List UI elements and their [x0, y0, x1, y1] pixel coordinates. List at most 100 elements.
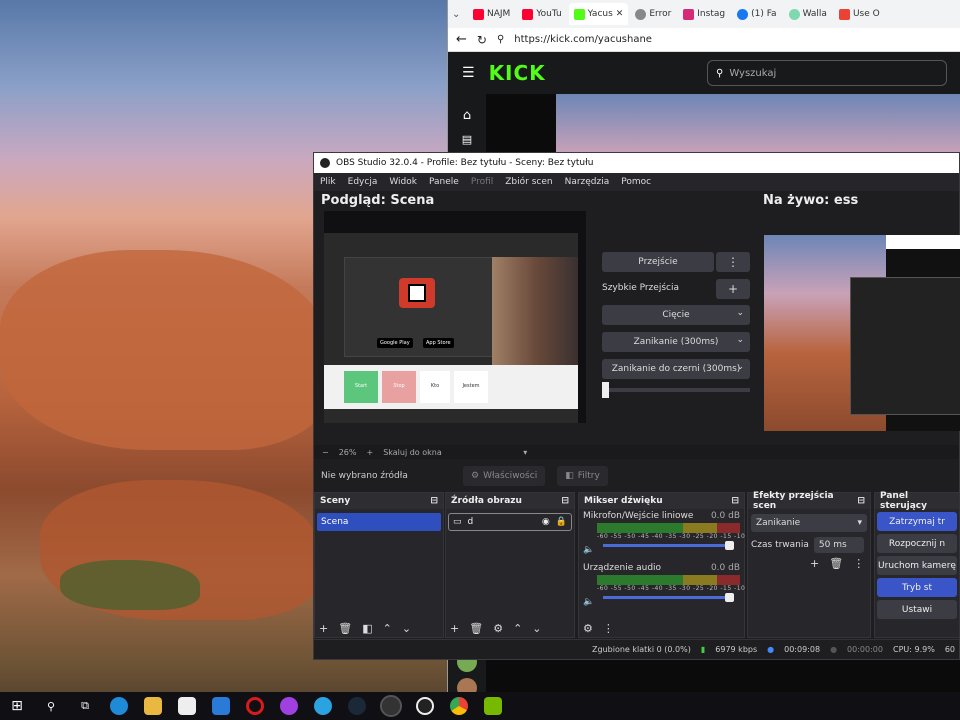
dock-undock-icon[interactable]: ⊟: [857, 496, 865, 506]
browser-tab[interactable]: (1) Fa: [732, 3, 781, 25]
transition-button[interactable]: Przejście: [602, 252, 714, 272]
url-field[interactable]: https://kick.com/yacushane: [514, 34, 652, 45]
advanced-audio-icon[interactable]: ⚙: [583, 622, 593, 635]
quick-transition-fade[interactable]: Zanikanie (300ms) ⌄: [602, 332, 750, 352]
start-virtual-camera-button[interactable]: Uruchom kamerę: [877, 556, 957, 575]
browser-tab[interactable]: Walla: [784, 3, 832, 25]
tbar-handle[interactable]: [602, 382, 609, 398]
search-icon[interactable]: ⚲: [42, 697, 60, 715]
duration-spinbox[interactable]: 50 ms: [813, 537, 864, 553]
studio-mode-button[interactable]: Tryb st: [877, 578, 957, 597]
browser-tab[interactable]: Error: [630, 3, 676, 25]
browser-tab[interactable]: NAJM: [468, 3, 515, 25]
site-info-icon[interactable]: ⚲: [497, 34, 504, 45]
live-screen: [764, 235, 960, 431]
scene-item[interactable]: Scena: [317, 513, 441, 531]
sources-dock-header: Źródła obrazu ⊟: [446, 493, 574, 509]
zoom-percent: 26%: [338, 447, 357, 457]
menu-panele[interactable]: Panele: [429, 177, 459, 187]
move-up-icon[interactable]: ⌃: [513, 622, 522, 635]
home-icon[interactable]: ⌂: [448, 108, 486, 123]
menu-zbior-scen[interactable]: Zbiór scen: [505, 177, 552, 187]
move-down-icon[interactable]: ⌄: [402, 622, 411, 635]
start-recording-button[interactable]: Rozpocznij n: [877, 534, 957, 553]
browser-tab[interactable]: Use O: [834, 3, 885, 25]
browser-tab[interactable]: Instag: [678, 3, 730, 25]
obs-title-bar[interactable]: OBS Studio 32.0.4 - Profile: Bez tytułu …: [314, 153, 959, 173]
telegram-icon[interactable]: [314, 697, 332, 715]
transition-select[interactable]: Zanikanie ▾: [751, 514, 867, 532]
task-view-icon[interactable]: ⧉: [76, 697, 94, 715]
add-source-icon[interactable]: +: [450, 622, 459, 635]
tab-search-chevron-icon[interactable]: ⌄: [452, 9, 466, 20]
remove-scene-icon[interactable]: 🗑: [338, 622, 352, 635]
dock-undock-icon[interactable]: ⊟: [561, 496, 569, 506]
browser-tab[interactable]: YouTu: [517, 3, 566, 25]
zoom-fit-select[interactable]: Skaluj do okna: [383, 448, 513, 457]
properties-button[interactable]: ⚙ Właściwości: [463, 466, 546, 486]
steam-icon[interactable]: [348, 697, 366, 715]
quick-transition-fade-black[interactable]: Zanikanie do czerni (300ms) ⌄: [602, 359, 750, 379]
menu-pomoc[interactable]: Pomoc: [621, 177, 651, 187]
browser-tab-active[interactable]: Yacus ✕: [568, 3, 629, 25]
add-transition-icon[interactable]: +: [810, 557, 819, 570]
volume-slider[interactable]: [603, 593, 734, 602]
add-scene-icon[interactable]: +: [319, 622, 328, 635]
lock-icon[interactable]: 🔒: [556, 517, 567, 527]
source-settings-icon[interactable]: ⚙: [493, 622, 503, 635]
move-up-icon[interactable]: ⌃: [383, 622, 392, 635]
obs-menu-bar: Plik Edycja Widok Panele Profil Zbiór sc…: [314, 173, 959, 191]
chrome-icon[interactable]: [450, 697, 468, 715]
kick-search-input[interactable]: ⚲ Wyszukaj: [707, 60, 947, 86]
chevron-down-icon[interactable]: ▾: [523, 448, 527, 457]
mail-icon[interactable]: [212, 697, 230, 715]
move-down-icon[interactable]: ⌄: [532, 622, 541, 635]
following-icon[interactable]: ▤: [448, 133, 486, 146]
preview-canvas[interactable]: Google Play App Store Start Stop Kto Jes…: [324, 211, 586, 423]
file-explorer-icon[interactable]: [144, 697, 162, 715]
tab-close-icon[interactable]: ✕: [616, 9, 624, 19]
zoom-in-icon[interactable]: +: [366, 448, 373, 457]
menu-profil[interactable]: Profil: [471, 177, 493, 187]
remove-source-icon[interactable]: 🗑: [469, 622, 483, 635]
tbar-slider[interactable]: [602, 382, 750, 398]
reload-icon[interactable]: ↻: [477, 33, 487, 47]
scene-filters-icon[interactable]: ◧: [362, 622, 372, 635]
windows-icon[interactable]: ⊞: [8, 697, 26, 715]
add-quick-transition-icon[interactable]: +: [716, 279, 750, 299]
dock-undock-icon[interactable]: ⊟: [430, 496, 438, 506]
menu-widok[interactable]: Widok: [389, 177, 417, 187]
mixer-menu-icon[interactable]: ⋮: [603, 622, 614, 635]
messenger-icon[interactable]: [280, 697, 298, 715]
stop-streaming-button[interactable]: Zatrzymaj tr: [877, 512, 957, 531]
store-icon[interactable]: [178, 697, 196, 715]
obs-icon[interactable]: [380, 695, 402, 717]
settings-button[interactable]: Ustawi: [877, 600, 957, 619]
source-item[interactable]: ▭ d ◉ 🔒: [448, 513, 572, 531]
zoom-out-icon[interactable]: −: [322, 448, 329, 457]
kick-stream-player[interactable]: [556, 94, 960, 154]
hamburger-menu-icon[interactable]: ☰: [462, 65, 475, 81]
kick-icon[interactable]: [416, 697, 434, 715]
live-canvas[interactable]: [764, 235, 960, 431]
transition-more-icon[interactable]: ⋮: [716, 252, 750, 272]
speaker-icon[interactable]: 🔈: [583, 545, 594, 555]
menu-edycja[interactable]: Edycja: [348, 177, 378, 187]
filters-button[interactable]: ◧ Filtry: [557, 466, 608, 486]
volume-slider[interactable]: [603, 541, 734, 550]
speaker-icon[interactable]: 🔈: [583, 597, 594, 607]
menu-plik[interactable]: Plik: [320, 177, 336, 187]
kick-logo[interactable]: KICK: [489, 61, 546, 85]
edge-icon[interactable]: [110, 697, 128, 715]
nvidia-icon[interactable]: [484, 697, 502, 715]
no-source-label: Nie wybrano źródła: [321, 471, 408, 481]
transition-menu-icon[interactable]: ⋮: [853, 557, 864, 570]
app-store-badge: App Store: [423, 338, 454, 348]
quick-transition-cut[interactable]: Cięcie ⌄: [602, 305, 750, 325]
dock-undock-icon[interactable]: ⊟: [731, 496, 739, 506]
menu-narzedzia[interactable]: Narzędzia: [565, 177, 610, 187]
opera-icon[interactable]: [246, 697, 264, 715]
back-arrow-icon[interactable]: ←: [456, 32, 467, 47]
remove-transition-icon[interactable]: 🗑: [829, 557, 843, 570]
visibility-eye-icon[interactable]: ◉: [542, 517, 550, 527]
